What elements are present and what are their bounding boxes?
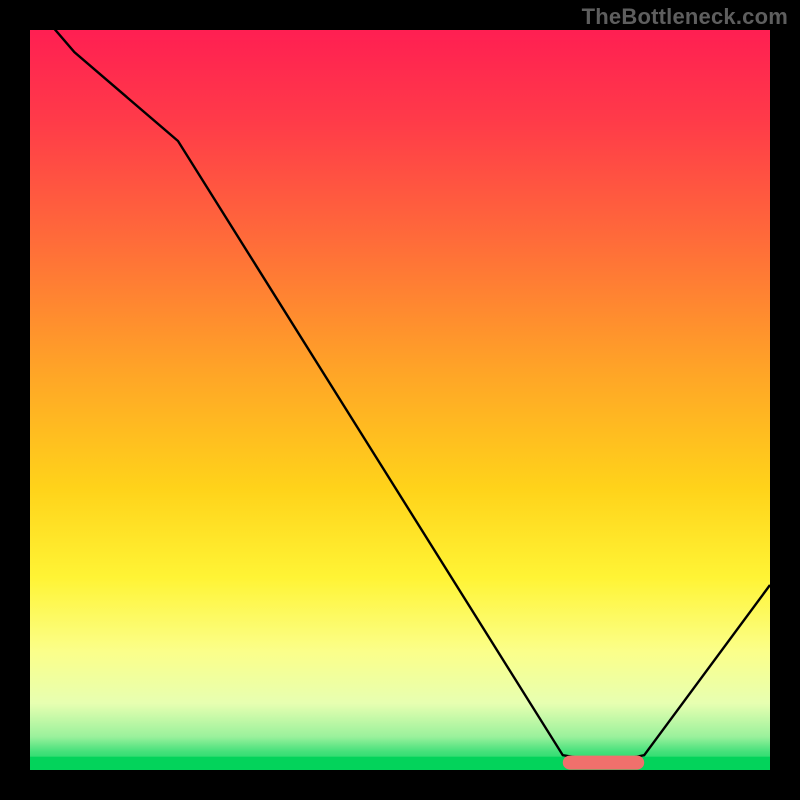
plot-svg	[30, 30, 770, 770]
plot-area	[30, 30, 770, 770]
chart-frame: TheBottleneck.com	[0, 0, 800, 800]
optimal-zone-band	[30, 757, 770, 770]
watermark-text: TheBottleneck.com	[582, 4, 788, 30]
gradient-background	[30, 30, 770, 770]
optimum-marker	[563, 756, 644, 770]
